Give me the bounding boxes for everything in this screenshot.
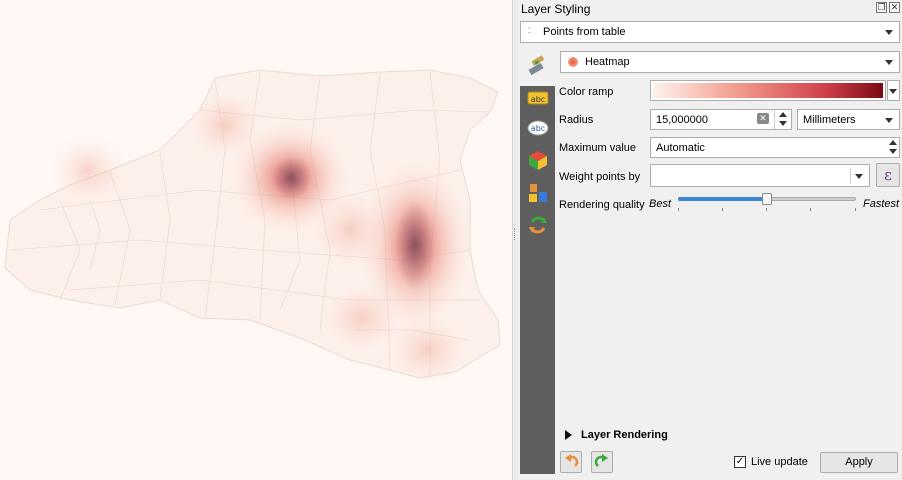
heat-blob (187, 90, 263, 160)
heat-blob (386, 315, 470, 385)
quality-slider[interactable] (678, 193, 856, 213)
arrow-down-icon[interactable] (779, 121, 787, 126)
color-ramp-button[interactable] (650, 80, 886, 101)
weight-label: Weight points by (559, 171, 641, 183)
combo-divider (850, 168, 851, 183)
checkmark-icon: ✓ (735, 456, 745, 467)
renderer-select[interactable]: Heatmap (560, 51, 900, 73)
chevron-down-icon (885, 60, 893, 65)
slider-tick (855, 208, 856, 211)
radius-value: 15,000000 (656, 114, 708, 126)
layer-select-value: Points from table (543, 26, 626, 38)
weight-field-select[interactable] (650, 164, 870, 187)
undo-icon (565, 454, 579, 467)
history-icon (529, 216, 547, 234)
arrow-down-icon[interactable] (889, 149, 897, 154)
quality-fastest-label: Fastest (863, 198, 900, 210)
chevron-down-icon (855, 173, 863, 179)
epsilon-icon: ε (884, 166, 892, 184)
heat-blob (310, 190, 390, 270)
layer-select[interactable]: ⁚ Points from table (520, 21, 900, 43)
splitter-grip (514, 228, 517, 240)
live-update-label: Live update (751, 456, 808, 468)
masks-icon: abc (527, 120, 549, 136)
expand-arrow-icon[interactable] (565, 430, 572, 440)
points-layer-icon: ⁚ (528, 26, 531, 35)
heatmap-render (4, 69, 501, 385)
close-icon[interactable]: ✕ (889, 2, 900, 13)
renderer-select-value: Heatmap (585, 56, 630, 68)
masks-tab[interactable]: abc (527, 120, 549, 140)
max-value-input[interactable]: Automatic (650, 137, 900, 158)
radius-unit-value: Millimeters (803, 113, 856, 126)
color-ramp-menu-button[interactable] (887, 80, 900, 101)
slider-tick (810, 208, 811, 211)
float-icon[interactable]: ❐ (876, 2, 887, 13)
labels-icon-text: abc (531, 95, 545, 104)
expression-button[interactable]: ε (876, 163, 900, 187)
diagrams-tab[interactable] (527, 182, 549, 202)
slider-tick (722, 208, 723, 211)
chevron-down-icon (885, 117, 893, 123)
radius-input[interactable]: 15,000000 ✕ (650, 109, 792, 130)
history-tab[interactable] (527, 214, 549, 234)
style-sidebar: abc abc (520, 86, 555, 474)
labels-tab[interactable]: abc (527, 90, 549, 110)
slider-tick (678, 208, 679, 211)
layer-rendering-header[interactable]: Layer Rendering (581, 429, 668, 441)
redo-button[interactable] (591, 451, 613, 473)
max-value-label: Maximum value (559, 142, 637, 154)
heat-blob (272, 156, 312, 200)
panel-title: Layer Styling (521, 2, 591, 16)
undo-button[interactable] (560, 451, 582, 473)
quality-label: Rendering quality (559, 199, 645, 211)
color-ramp-label: Color ramp (559, 86, 614, 98)
diagrams-icon (529, 184, 547, 202)
slider-ticks (678, 208, 856, 211)
labels-icon: abc (527, 91, 549, 105)
radius-label: Radius (559, 114, 594, 126)
3d-view-icon (529, 151, 547, 170)
live-update-checkbox[interactable]: ✓ (734, 456, 746, 468)
radius-spinner[interactable] (774, 110, 791, 129)
clear-icon[interactable]: ✕ (757, 113, 769, 124)
paint-brush-icon[interactable] (526, 55, 548, 75)
heat-blob (48, 135, 128, 205)
heat-blob (395, 200, 435, 290)
color-ramp-preview (653, 83, 883, 98)
radius-unit-select[interactable]: Millimeters (797, 109, 900, 130)
3d-view-tab[interactable] (527, 150, 549, 170)
redo-icon (594, 454, 608, 467)
slider-tick (766, 208, 767, 211)
map-canvas[interactable] (0, 0, 512, 480)
max-value-value: Automatic (656, 142, 705, 154)
apply-button[interactable]: Apply (820, 452, 898, 473)
max-value-spinner[interactable] (887, 138, 899, 157)
slider-fill (678, 197, 767, 201)
heatmap-icon (568, 57, 578, 67)
quality-best-label: Best (649, 198, 672, 210)
layer-styling-panel: Layer Styling ❐ ✕ ⁚ Points from table He… (518, 0, 902, 480)
chevron-down-icon (889, 88, 897, 94)
masks-icon-text: abc (531, 124, 545, 133)
slider-handle[interactable] (762, 193, 772, 205)
chevron-down-icon (885, 30, 893, 35)
arrow-up-icon[interactable] (889, 140, 897, 145)
arrow-up-icon[interactable] (779, 112, 787, 117)
